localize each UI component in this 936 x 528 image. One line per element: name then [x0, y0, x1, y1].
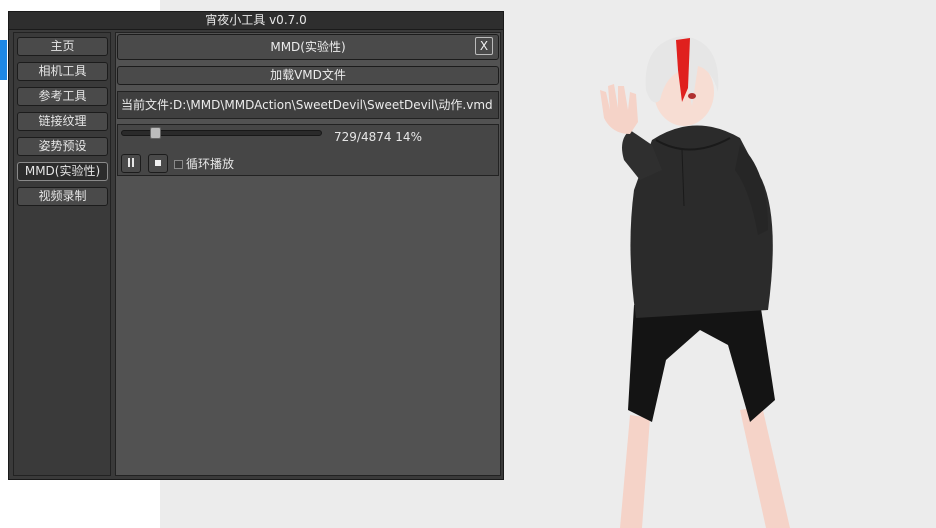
accent-bar [0, 40, 7, 80]
progress-slider-thumb[interactable] [150, 127, 161, 139]
close-button[interactable]: X [475, 37, 493, 55]
panel-header: MMD(实验性) [117, 34, 499, 60]
sidebar-item-camera-tools[interactable]: 相机工具 [17, 62, 108, 81]
content-panel: MMD(实验性) X 加载VMD文件 当前文件:D:\MMD\MMDAction… [115, 32, 501, 476]
sidebar: 主页 相机工具 参考工具 链接纹理 姿势预设 MMD(实验性) 视频录制 [13, 32, 111, 476]
loop-toggle[interactable]: 循环播放 [174, 156, 234, 172]
pause-icon [128, 158, 134, 167]
sidebar-item-link-texture[interactable]: 链接纹理 [17, 112, 108, 131]
progress-slider[interactable] [121, 127, 322, 139]
pause-button[interactable] [121, 154, 141, 173]
sidebar-item-pose-presets[interactable]: 姿势预设 [17, 137, 108, 156]
stop-icon [155, 160, 161, 166]
stop-button[interactable] [148, 154, 168, 173]
loop-label: 循环播放 [186, 157, 235, 171]
tool-window: 宵夜小工具 v0.7.0 主页 相机工具 参考工具 链接纹理 姿势预设 MMD(… [8, 11, 504, 480]
window-title[interactable]: 宵夜小工具 v0.7.0 [9, 12, 503, 30]
loop-checkbox[interactable] [174, 160, 183, 169]
sidebar-item-mmd[interactable]: MMD(实验性) [17, 162, 108, 181]
character-model [600, 36, 790, 528]
sidebar-item-reference-tools[interactable]: 参考工具 [17, 87, 108, 106]
panel-title: MMD(实验性) [270, 40, 346, 54]
progress-text: 729/4874 14% [334, 130, 422, 144]
player-controls: 729/4874 14% 循环播放 [117, 124, 499, 176]
current-file-label: 当前文件:D:\MMD\MMDAction\SweetDevil\SweetDe… [117, 91, 499, 119]
sidebar-item-video-record[interactable]: 视频录制 [17, 187, 108, 206]
load-vmd-button[interactable]: 加载VMD文件 [117, 66, 499, 85]
sidebar-item-home[interactable]: 主页 [17, 37, 108, 56]
